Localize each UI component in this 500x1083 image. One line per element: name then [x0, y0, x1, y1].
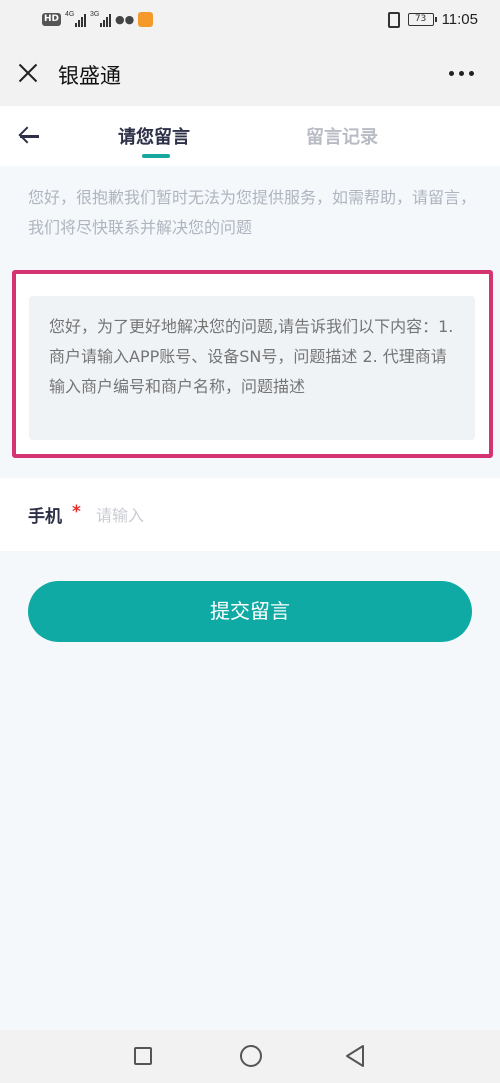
- phone-input[interactable]: [96, 498, 466, 532]
- wechat-icon: ●●: [115, 13, 135, 26]
- tab-bar: 请您留言 留言记录: [0, 106, 500, 166]
- back-arrow-icon[interactable]: [18, 126, 40, 146]
- submit-message-button[interactable]: 提交留言: [28, 581, 472, 642]
- clock: 11:05: [441, 11, 478, 28]
- phone-label: 手机: [28, 507, 62, 527]
- recent-apps-icon[interactable]: [134, 1047, 152, 1065]
- message-textarea[interactable]: [29, 296, 475, 440]
- home-icon[interactable]: [240, 1045, 262, 1067]
- battery-icon: 73: [407, 13, 437, 26]
- system-back-icon[interactable]: [344, 1044, 366, 1068]
- network-type-label: 4G: [65, 10, 75, 18]
- active-tab-indicator: [142, 154, 170, 158]
- hd-badge: HD: [42, 13, 62, 26]
- message-card: [12, 270, 493, 458]
- notice-text: 您好，很抱歉我们暂时无法为您提供服务，如需帮助，请留言，我们将尽快联系并解决您的…: [28, 188, 477, 237]
- status-icons-right: 73 11:05: [387, 11, 478, 28]
- network-type-label-2: 3G: [90, 10, 100, 18]
- title-bar: 银盛通: [0, 40, 500, 106]
- uc-browser-icon: [138, 12, 154, 27]
- system-nav-bar: [0, 1030, 500, 1083]
- tab-message-history[interactable]: 留言记录: [306, 123, 378, 149]
- status-bar: HD 4G 3G ●● 73 11:05: [0, 0, 500, 40]
- tab-leave-message[interactable]: 请您留言: [118, 123, 190, 149]
- close-icon[interactable]: [16, 61, 40, 85]
- app-title: 银盛通: [58, 64, 121, 88]
- signal-icon-2: 3G: [90, 10, 112, 27]
- phone-row: 手机 *: [0, 478, 500, 551]
- required-mark: *: [72, 502, 81, 522]
- more-options-icon[interactable]: [449, 71, 474, 76]
- status-icons-left: HD 4G 3G ●●: [42, 10, 154, 27]
- signal-icon: 4G: [65, 10, 87, 27]
- vibrate-icon: [387, 11, 400, 28]
